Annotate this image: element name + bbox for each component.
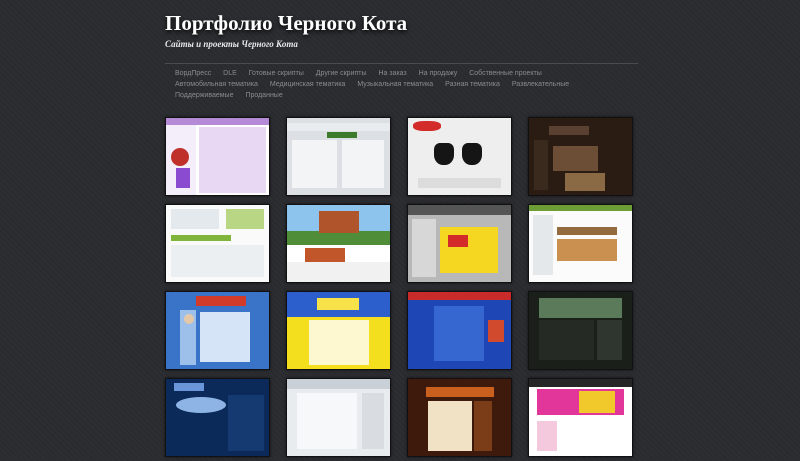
nav-item-dle[interactable]: DLE <box>223 70 237 77</box>
site-tagline: Сайты и проекты Черного Кота <box>165 39 298 49</box>
site-header: Портфолио Черного Кота Сайты и проекты Ч… <box>165 10 640 49</box>
nav-item-custom[interactable]: На заказ <box>378 70 406 77</box>
portfolio-thumb[interactable] <box>528 204 633 283</box>
nav-item-ready-scripts[interactable]: Готовые скрипты <box>249 70 304 77</box>
portfolio-thumb[interactable] <box>407 204 512 283</box>
portfolio-thumb[interactable] <box>528 291 633 370</box>
nav-item-medical[interactable]: Медицинская тематика <box>270 81 346 88</box>
portfolio-thumb[interactable] <box>286 378 391 457</box>
nav-item-own-projects[interactable]: Собственные проекты <box>469 70 542 77</box>
nav-item-auto[interactable]: Автомобильная тематика <box>175 81 258 88</box>
portfolio-thumb[interactable] <box>165 117 270 196</box>
portfolio-thumb[interactable] <box>165 204 270 283</box>
nav-item-music[interactable]: Музыкальная тематика <box>357 81 433 88</box>
portfolio-thumb[interactable] <box>165 378 270 457</box>
nav-item-supported[interactable]: Поддерживаемые <box>175 92 233 99</box>
portfolio-thumb[interactable] <box>528 378 633 457</box>
portfolio-thumb[interactable] <box>407 117 512 196</box>
portfolio-thumb[interactable] <box>528 117 633 196</box>
nav-item-sold[interactable]: Проданные <box>245 92 282 99</box>
nav-item-misc[interactable]: Разная тематика <box>445 81 500 88</box>
portfolio-thumb[interactable] <box>286 117 391 196</box>
portfolio-thumb[interactable] <box>286 204 391 283</box>
nav-item-entertainment[interactable]: Развлекательные <box>512 81 569 88</box>
portfolio-thumb[interactable] <box>407 291 512 370</box>
nav-item-other-scripts[interactable]: Другие скрипты <box>316 70 367 77</box>
nav-item-wordpress[interactable]: ВордПресс <box>175 70 211 77</box>
portfolio-thumb[interactable] <box>286 291 391 370</box>
portfolio-thumb[interactable] <box>407 378 512 457</box>
portfolio-thumb[interactable] <box>165 291 270 370</box>
category-nav: ВордПресс DLE Готовые скрипты Другие скр… <box>175 68 635 101</box>
site-title[interactable]: Портфолио Черного Кота <box>165 10 640 36</box>
nav-item-for-sale[interactable]: На продажу <box>419 70 458 77</box>
header-divider <box>165 63 638 64</box>
